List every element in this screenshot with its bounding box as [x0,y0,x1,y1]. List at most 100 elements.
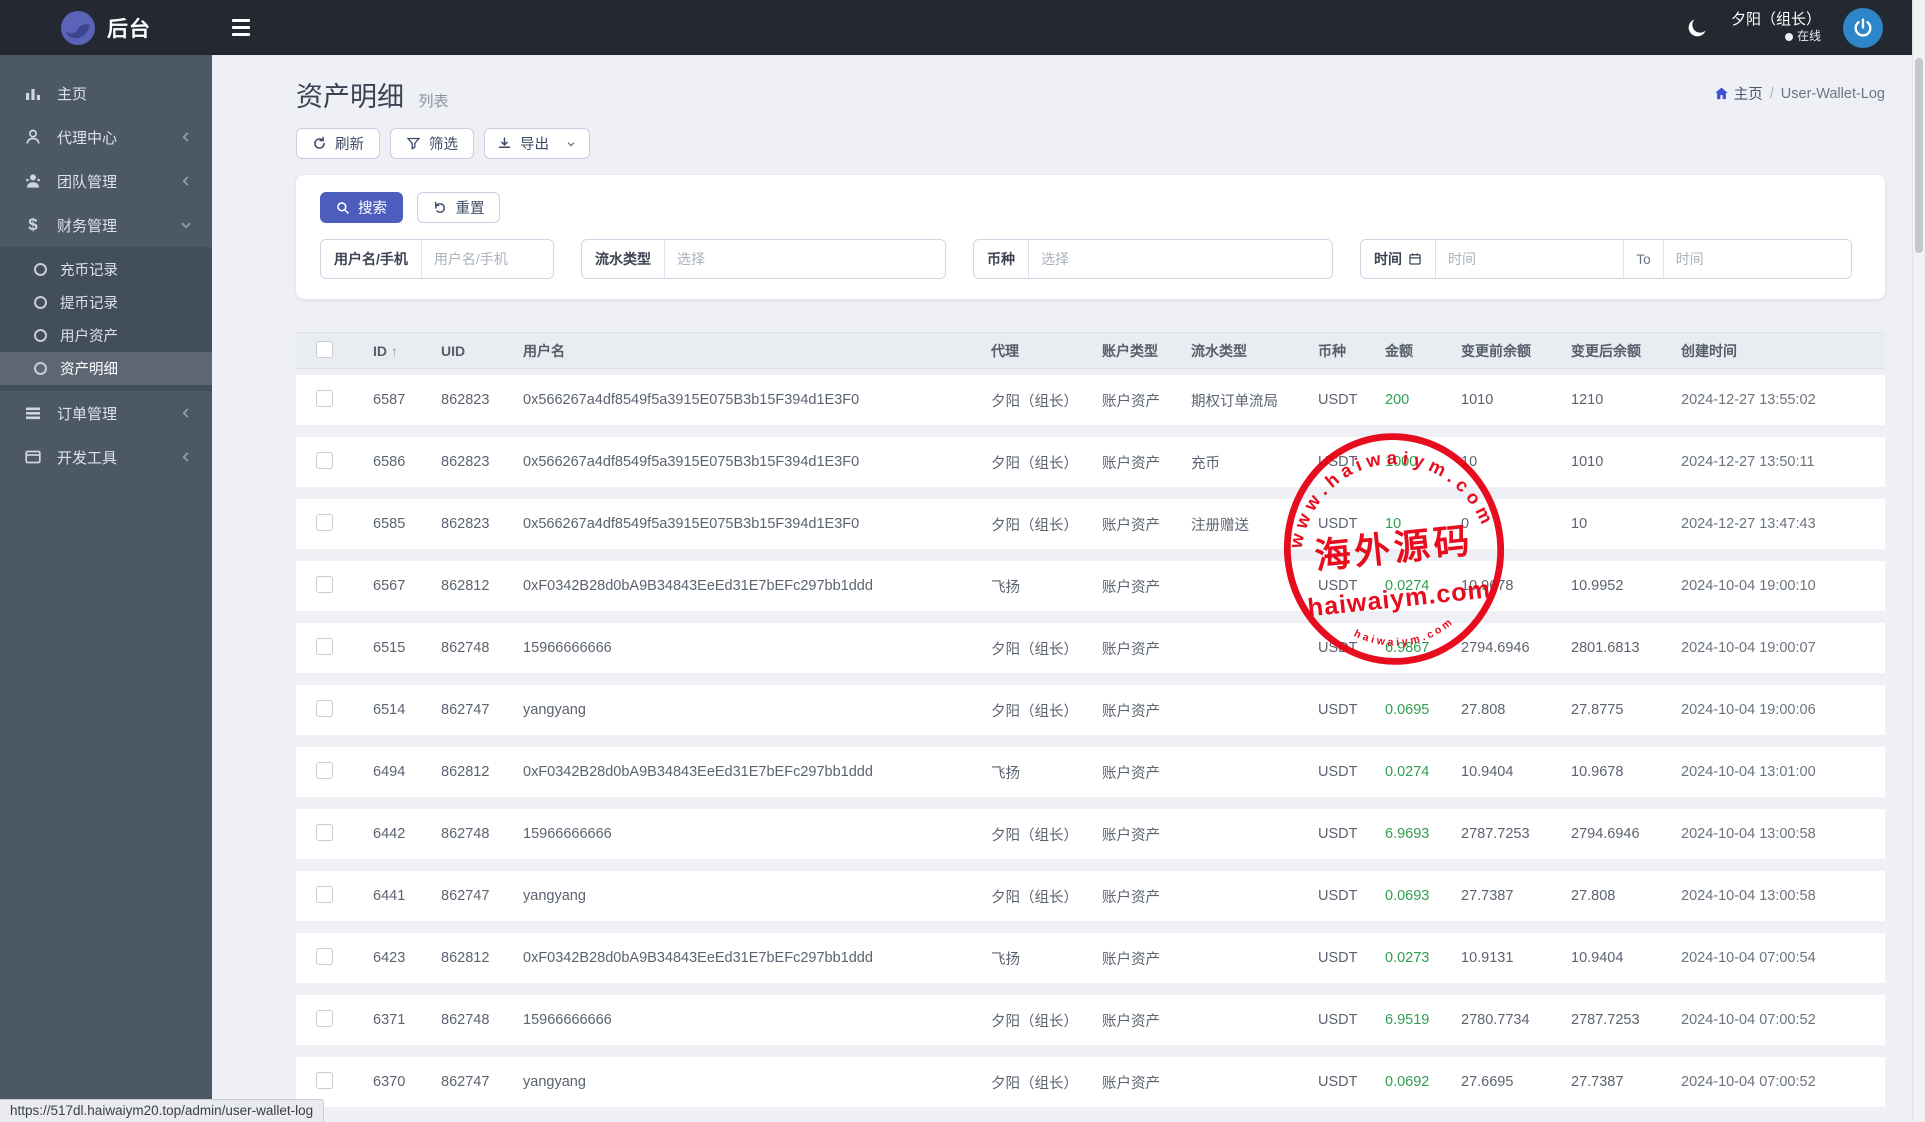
row-checkbox[interactable] [316,513,333,531]
header-username: 用户名 [523,342,565,359]
sidebar-item-dev-tools[interactable]: 开发工具 [0,435,212,479]
user-outline-icon [22,128,44,146]
row-checkbox[interactable] [316,451,333,469]
table-row: 6587 862823 0x566267a4df8549f5a3915E075B3b… [296,375,1885,425]
cell-before-balance: 2780.7734 [1461,1012,1530,1028]
time-from-input[interactable] [1436,240,1624,278]
cell-created-at: 2024-10-04 19:00:06 [1681,702,1816,718]
header-id[interactable]: ID ↑ [373,343,441,359]
cell-uid: 862812 [441,578,490,594]
circle-icon [34,362,47,375]
cell-uid: 862747 [441,1074,490,1090]
row-checkbox[interactable] [316,699,333,717]
row-checkbox[interactable] [316,823,333,841]
sidebar-item-team-management[interactable]: 团队管理 [0,159,212,203]
scrollbar-thumb[interactable] [1915,58,1923,253]
cell-amount: 6.9693 [1385,826,1430,842]
status-url: https://517dl.haiwaiym20.top/admin/user-… [0,1099,325,1122]
reset-button[interactable]: 重置 [417,192,501,223]
sort-arrow-icon: ↑ [391,342,398,359]
cell-username: yangyang [523,702,586,718]
cell-username: 15966666666 [523,826,612,842]
sidebar-item-home[interactable]: 主页 [0,71,212,115]
cell-created-at: 2024-10-04 07:00:52 [1681,1074,1816,1090]
sidebar-item-label: 财务管理 [57,217,118,235]
row-checkbox[interactable] [316,1009,333,1027]
search-button[interactable]: 搜索 [320,192,403,223]
table-row: 6371 862748 15966666666 夕阳（组长） 账户资产 USDT 6.951… [296,995,1885,1045]
sidebar-item-finance-management[interactable]: $ 财务管理 [0,203,212,247]
sidebar-item-order-management[interactable]: 订单管理 [0,391,212,435]
sidebar-subitem-deposit-records[interactable]: 充币记录 [0,253,212,286]
row-checkbox[interactable] [316,885,333,903]
bar-chart-icon [22,84,44,102]
power-icon [1854,18,1872,37]
cell-agent: 飞扬 [991,765,1020,782]
circle-icon [34,263,47,276]
brand[interactable]: 后台 [0,10,212,46]
cell-amount: 0.0274 [1385,578,1430,594]
cell-id: 6370 [373,1074,406,1090]
cell-uid: 862823 [441,516,490,532]
cell-before-balance: 10.9131 [1461,950,1514,966]
cell-username: yangyang [523,888,586,904]
time-to-input[interactable] [1663,240,1851,278]
cell-account-type: 账户资产 [1102,827,1160,844]
flow-type-select[interactable] [665,240,945,278]
sidebar-item-agent-center[interactable]: 代理中心 [0,115,212,159]
chevron-left-icon [182,408,189,418]
chevron-down-icon [181,222,191,229]
cell-before-balance: 27.6695 [1461,1074,1514,1090]
sidebar-subitem-user-assets[interactable]: 用户资产 [0,319,212,352]
coin-select[interactable] [1029,240,1332,278]
row-checkbox[interactable] [316,761,333,779]
row-checkbox[interactable] [316,637,333,655]
sidebar-submenu: 充币记录 提币记录 用户资产 资产明细 [0,247,212,391]
breadcrumb-home[interactable]: 主页 [1714,83,1763,104]
avatar[interactable] [1843,7,1883,48]
team-icon [22,172,44,190]
cell-amount: 1000 [1385,454,1418,470]
user-status: 在线 [1796,29,1821,44]
row-checkbox[interactable] [316,575,333,593]
row-checkbox[interactable] [316,947,333,965]
cell-id: 6567 [373,578,406,594]
cell-created-at: 2024-12-27 13:47:43 [1681,516,1816,532]
sidebar-item-label: 订单管理 [57,405,118,423]
filter-card: 搜索 重置 用户名/手机 流水类型 币种 [296,175,1885,299]
sidebar-subitem-withdraw-records[interactable]: 提币记录 [0,286,212,319]
cell-uid: 862812 [441,764,490,780]
cell-after-balance: 2794.6946 [1571,826,1640,842]
filter-button[interactable]: 筛选 [390,128,474,159]
cell-account-type: 账户资产 [1102,579,1160,596]
cell-after-balance: 2787.7253 [1571,1012,1640,1028]
cell-coin: USDT [1318,826,1358,842]
refresh-button[interactable]: 刷新 [296,128,380,159]
scrollbar-track[interactable] [1912,0,1925,1122]
menu-toggle-icon[interactable] [232,15,258,41]
filter-username-group: 用户名/手机 [320,239,554,279]
dark-mode-moon-icon[interactable] [1685,16,1709,40]
row-checkbox[interactable] [316,389,333,407]
cell-amount: 6.9519 [1385,1012,1430,1028]
main-content: 资产明细 列表 主页 / User-Wallet-Log 刷新 筛选 导出 搜索… [212,55,1925,1122]
cell-coin: USDT [1318,764,1358,780]
funnel-icon [406,137,421,150]
cell-created-at: 2024-10-04 13:00:58 [1681,826,1816,842]
select-all-checkbox[interactable] [316,340,333,358]
table-row: 6494 862812 0xF0342B28d0bA9B34843EeEd31E7b… [296,747,1885,797]
brand-title: 后台 [107,17,151,41]
cell-account-type: 账户资产 [1102,455,1160,472]
cell-coin: USDT [1318,1074,1358,1090]
row-checkbox[interactable] [316,1071,333,1089]
cell-checkbox [316,761,373,783]
cell-checkbox [316,885,373,907]
export-button[interactable]: 导出 [484,128,590,159]
username-input[interactable] [421,240,553,278]
cell-after-balance: 27.808 [1571,888,1616,904]
cell-flow-type: 充币 [1191,455,1220,472]
user-info[interactable]: 夕阳（组长） 在线 [1731,11,1821,45]
sidebar-subitem-asset-details[interactable]: 资产明细 [0,352,212,385]
table-row: 6567 862812 0xF0342B28d0bA9B34843EeEd31E7b… [296,561,1885,611]
cell-amount: 0.0273 [1385,950,1430,966]
